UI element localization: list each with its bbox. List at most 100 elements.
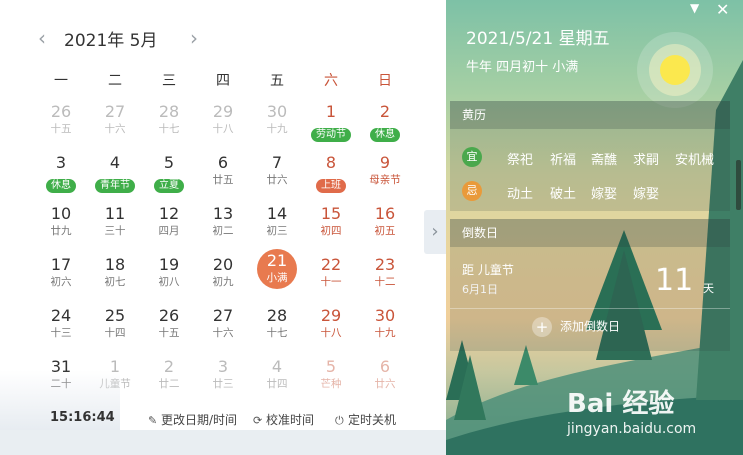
collapse-panel-button[interactable]: ›	[424, 210, 446, 254]
holiday-badge: 劳动节	[311, 128, 351, 142]
day-cell[interactable]: 22 十一	[304, 249, 358, 299]
day-cell[interactable]: 5 芒种	[304, 351, 358, 401]
day-cell[interactable]: 12 四月	[142, 198, 196, 248]
day-cell[interactable]: 28 十七	[142, 96, 196, 146]
sync-icon: ⟳	[253, 414, 263, 427]
day-number: 13	[212, 204, 234, 223]
plus-icon: +	[532, 317, 552, 337]
day-cell[interactable]: 23 十二	[358, 249, 412, 299]
add-countdown-button[interactable]: + 添加倒数日	[532, 317, 620, 339]
day-cell[interactable]: 2 廿二	[142, 351, 196, 401]
power-icon: ⏻	[335, 414, 344, 427]
change-datetime-button[interactable]: ✎ 更改日期/时间	[148, 411, 237, 428]
lunar-day: 母亲节	[369, 174, 401, 186]
day-cell[interactable]: 19 初八	[142, 249, 196, 299]
day-cell[interactable]: 3 廿三	[196, 351, 250, 401]
day-cell[interactable]: 5 立夏	[142, 147, 196, 197]
yi-item: 斋醮	[591, 153, 618, 168]
lunar-date: 牛年 四月初十 小满	[466, 60, 579, 75]
day-grid: 26 十五 27 十六 28 十七 29 十八 30 十九 1 劳动节 2 休息 3 休息 4 青年节 5 立夏 6 廿五…	[34, 96, 412, 396]
yi-badge: 宜	[462, 147, 482, 167]
day-number: 26	[158, 306, 180, 325]
lunar-day: 初五	[374, 225, 396, 237]
month-title[interactable]: 2021年 5月	[64, 26, 157, 51]
watermark-logo: Bai 经验	[567, 389, 675, 419]
day-cell[interactable]: 2 休息	[358, 96, 412, 146]
panel-date: 2021/5/21 星期五	[466, 29, 610, 49]
day-cell[interactable]: 8 上班	[304, 147, 358, 197]
timed-shutdown-button[interactable]: ⏻ 定时关机	[335, 411, 396, 428]
day-number: 2	[163, 357, 175, 376]
ji-item: 动土	[507, 187, 534, 202]
yi-item: 祭祀	[507, 153, 534, 168]
lunar-day: 廿九	[50, 225, 72, 237]
day-cell[interactable]: 18 初七	[88, 249, 142, 299]
day-cell[interactable]: 3 休息	[34, 147, 88, 197]
day-cell[interactable]: 14 初三	[250, 198, 304, 248]
day-cell[interactable]: 16 初五	[358, 198, 412, 248]
holiday-badge: 上班	[316, 179, 346, 193]
day-cell[interactable]: 15 初四	[304, 198, 358, 248]
day-cell[interactable]: 4 廿四	[250, 351, 304, 401]
day-cell[interactable]: 24 十三	[34, 300, 88, 350]
day-cell[interactable]: 6 廿五	[196, 147, 250, 197]
day-cell[interactable]: 30 十九	[358, 300, 412, 350]
scrollbar[interactable]	[736, 160, 741, 210]
sync-time-button[interactable]: ⟳ 校准时间	[253, 411, 314, 428]
day-cell[interactable]: 29 十八	[196, 96, 250, 146]
day-number: 23	[374, 255, 396, 274]
sync-time-label: 校准时间	[266, 413, 315, 427]
day-number: 22	[320, 255, 342, 274]
day-number: 19	[158, 255, 180, 274]
lunar-day: 十九	[266, 123, 288, 135]
day-cell[interactable]: 4 青年节	[88, 147, 142, 197]
day-number: 29	[320, 306, 342, 325]
countdown-event-date: 6月1日	[462, 283, 498, 296]
ji-item: 嫁娶	[591, 187, 618, 202]
menu-dropdown-icon[interactable]: ▼	[690, 1, 699, 15]
day-number: 4	[109, 153, 121, 172]
day-cell[interactable]: 26 十五	[34, 96, 88, 146]
prev-month-icon[interactable]: ‹	[38, 26, 46, 50]
day-cell[interactable]: 10 廿九	[34, 198, 88, 248]
lunar-day: 芒种	[320, 378, 342, 390]
next-month-icon[interactable]: ›	[190, 26, 198, 50]
day-cell[interactable]: 17 初六	[34, 249, 88, 299]
day-cell-selected[interactable]: 21 小满	[250, 249, 304, 299]
day-cell[interactable]: 25 十四	[88, 300, 142, 350]
day-cell[interactable]: 28 十七	[250, 300, 304, 350]
day-number: 28	[266, 306, 288, 325]
day-number: 12	[158, 204, 180, 223]
weekday-label: 五	[270, 73, 284, 89]
day-cell[interactable]: 27 十六	[196, 300, 250, 350]
countdown-title: 倒数日	[450, 219, 730, 247]
day-cell[interactable]: 20 初九	[196, 249, 250, 299]
change-datetime-label: 更改日期/时间	[161, 413, 238, 427]
lunar-day: 十一	[320, 276, 342, 288]
watermark-site: jingyan.baidu.com	[567, 421, 697, 437]
day-cell[interactable]: 7 廿六	[250, 147, 304, 197]
weekday-label: 日	[378, 73, 392, 89]
day-number: 14	[266, 204, 288, 223]
lunar-day: 十六	[104, 123, 126, 135]
day-cell[interactable]: 29 十八	[304, 300, 358, 350]
day-cell[interactable]: 6 廿六	[358, 351, 412, 401]
day-number: 18	[104, 255, 126, 274]
holiday-badge: 休息	[370, 128, 400, 142]
lunar-day: 十五	[158, 327, 180, 339]
day-cell[interactable]: 30 十九	[250, 96, 304, 146]
day-cell[interactable]: 27 十六	[88, 96, 142, 146]
yi-item: 祈福	[550, 153, 577, 168]
calendar-window: ‹ 2021年 5月 › 一二三四五六日 26 十五 27 十六 28 十七 29 十八 30 十…	[0, 0, 743, 455]
day-cell[interactable]: 13 初二	[196, 198, 250, 248]
countdown-days: 11	[655, 263, 694, 298]
pencil-icon: ✎	[148, 414, 158, 427]
day-cell[interactable]: 9 母亲节	[358, 147, 412, 197]
day-cell[interactable]: 11 三十	[88, 198, 142, 248]
day-cell[interactable]: 26 十五	[142, 300, 196, 350]
weekday-label: 六	[324, 73, 338, 89]
close-icon[interactable]: ✕	[716, 0, 729, 19]
day-cell[interactable]: 1 劳动节	[304, 96, 358, 146]
day-number: 29	[212, 102, 234, 121]
lunar-day: 初二	[212, 225, 234, 237]
